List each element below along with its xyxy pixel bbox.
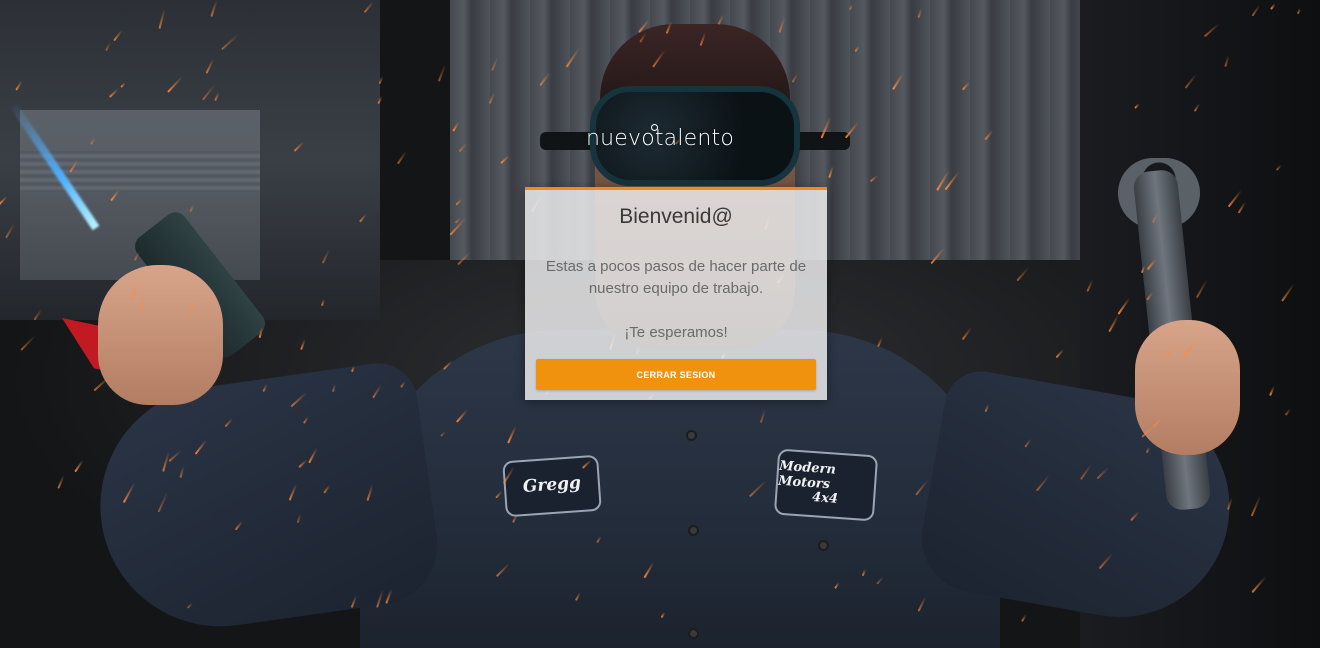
shirt-button — [818, 540, 829, 551]
shirt-button — [686, 430, 697, 441]
logout-button[interactable]: CERRAR SESION — [536, 359, 816, 390]
welcome-subtitle: ¡Te esperamos! — [624, 324, 728, 341]
worker-right-hand — [1135, 320, 1240, 455]
welcome-message: Estas a pocos pasos de hacer parte de nu… — [545, 258, 807, 297]
brand-logo: nuevotalento — [585, 126, 735, 151]
company-patch: Modern Motors 4x4 — [773, 448, 879, 522]
company-patch-line1: Modern Motors — [777, 458, 837, 492]
welcome-card: Bienvenid@ Estas a pocos pasos de hacer … — [525, 187, 827, 400]
spark — [396, 150, 408, 165]
login-page: Gregg Modern Motors 4x4 nuevotalento Bie… — [0, 0, 1320, 648]
spark — [437, 64, 447, 82]
shirt-button — [688, 525, 699, 536]
worker-left-hand — [98, 265, 223, 405]
welcome-title: Bienvenid@ — [619, 205, 733, 228]
shirt-button — [688, 628, 699, 639]
name-patch-text: Gregg — [522, 473, 582, 498]
company-patch-line2: 4x4 — [811, 490, 839, 508]
